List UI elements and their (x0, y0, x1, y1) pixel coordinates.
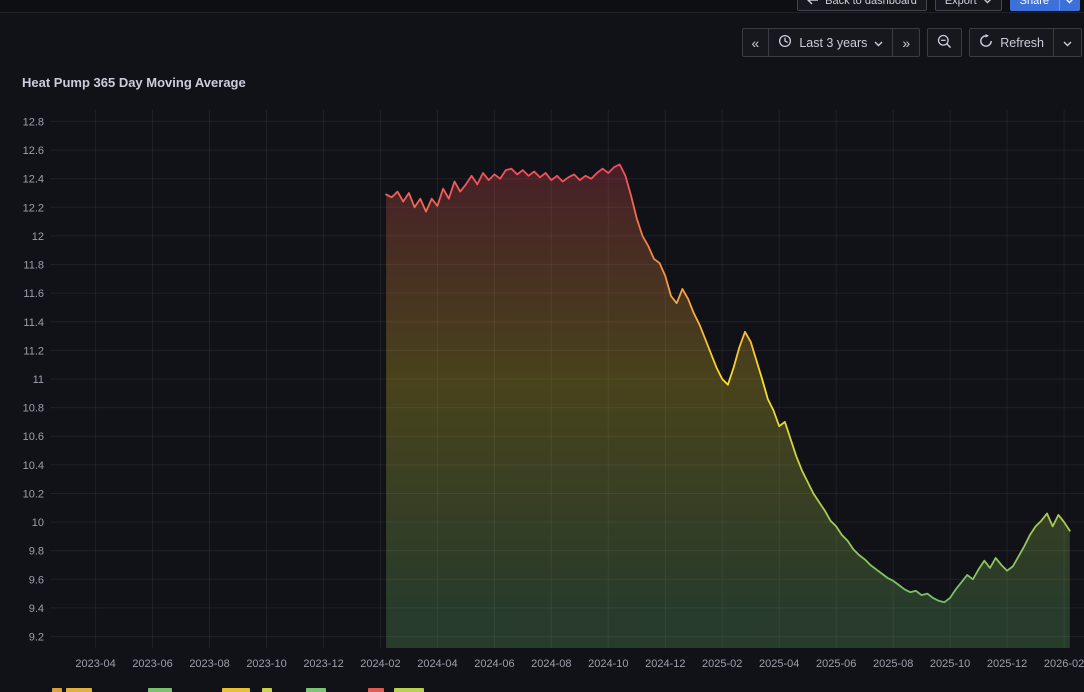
y-axis-tick-label: 12.6 (23, 145, 44, 157)
clipped-panel-fragment (148, 688, 172, 692)
refresh-icon (979, 34, 993, 51)
y-axis-tick-label: 9.2 (29, 632, 44, 644)
refresh-group: Refresh (969, 28, 1082, 57)
clipped-panel-fragment (222, 688, 250, 692)
y-axis-tick-label: 10.6 (23, 431, 44, 443)
y-axis-tick-label: 10.4 (23, 460, 44, 472)
x-axis-tick-label: 2026-02 (1044, 658, 1084, 670)
x-axis-tick-label: 2024-04 (417, 658, 457, 670)
x-axis-tick-label: 2023-12 (303, 658, 343, 670)
y-axis-tick-label: 12 (32, 231, 44, 243)
clipped-panel-fragment (368, 688, 384, 692)
share-button[interactable]: Share (1009, 0, 1059, 11)
panel-title: Heat Pump 365 Day Moving Average (22, 75, 246, 90)
y-axis-tick-label: 12.4 (23, 174, 44, 186)
share-split-button: Share (1009, 0, 1080, 11)
x-axis-tick-label: 2023-06 (132, 658, 172, 670)
time-shift-back-button[interactable]: « (741, 28, 770, 57)
bottom-clipped-content (0, 686, 1084, 692)
y-axis-tick-label: 12.2 (23, 202, 44, 214)
back-to-dashboard-button[interactable]: Back to dashboard (797, 0, 927, 11)
refresh-label: Refresh (1000, 35, 1044, 50)
x-axis-tick-label: 2024-02 (360, 658, 400, 670)
share-label: Share (1019, 0, 1049, 7)
zoom-out-icon (937, 34, 952, 52)
x-axis-tick-label: 2023-08 (189, 658, 229, 670)
export-label: Export (944, 0, 977, 7)
y-axis-tick-label: 9.6 (29, 574, 44, 586)
chevron-down-icon (983, 0, 992, 7)
time-shift-forward-button[interactable]: » (892, 28, 921, 57)
navbar-actions: Back to dashboard Export Share (797, 0, 1080, 11)
x-axis-tick-label: 2023-04 (75, 658, 115, 670)
time-series-chart[interactable]: 12.8 12.6 12.4 12.2 12 11.8 11.6 11.4 11.2 11 10.8… (0, 0, 1084, 692)
export-button[interactable]: Export (934, 0, 1002, 11)
double-chevron-right-icon: » (902, 34, 911, 51)
clipped-panel-fragment (306, 688, 326, 692)
y-axis-tick-label: 11 (33, 374, 44, 386)
y-axis-tick-label: 9.4 (29, 603, 44, 615)
x-axis-tick-label: 2023-10 (246, 658, 286, 670)
y-axis-tick-label: 10.2 (23, 489, 44, 501)
clipped-panel-fragment (262, 688, 272, 692)
y-axis-tick-label: 11.6 (23, 288, 44, 300)
x-axis-tick-label: 2025-06 (816, 658, 856, 670)
x-axis-tick-label: 2025-08 (873, 658, 913, 670)
chevron-down-icon (1065, 0, 1074, 7)
chevron-down-icon (874, 36, 883, 50)
clipped-panel-fragment (66, 688, 92, 692)
y-axis-tick-label: 11.4 (23, 317, 44, 329)
clipped-panel-fragment (52, 688, 62, 692)
x-axis-tick-label: 2025-04 (759, 658, 799, 670)
chevron-down-icon (1063, 36, 1072, 50)
time-range-picker-button[interactable]: Last 3 years (768, 28, 894, 57)
y-axis-tick-label: 10.8 (23, 403, 44, 415)
clipped-panel-fragment (394, 688, 424, 692)
back-to-dashboard-label: Back to dashboard (825, 0, 917, 7)
zoom-out-button[interactable] (927, 28, 963, 57)
time-toolbar: « Last 3 years » Refresh (741, 28, 1082, 57)
x-axis-tick-label: 2024-12 (645, 658, 685, 670)
y-axis-tick-label: 12.8 (23, 116, 44, 128)
y-axis-tick-label: 9.8 (29, 546, 44, 558)
double-chevron-left-icon: « (751, 34, 760, 51)
x-axis-tick-label: 2025-12 (987, 658, 1027, 670)
arrow-left-icon (807, 0, 819, 8)
time-range-group: « Last 3 years » (741, 28, 921, 57)
refresh-button[interactable]: Refresh (969, 28, 1054, 57)
time-range-label: Last 3 years (799, 35, 868, 50)
refresh-interval-dropdown-button[interactable] (1053, 28, 1082, 57)
y-axis-tick-label: 11.8 (23, 260, 44, 272)
clock-icon (778, 34, 792, 51)
x-axis-tick-label: 2025-02 (702, 658, 742, 670)
share-dropdown-button[interactable] (1059, 0, 1080, 11)
x-axis-tick-label: 2024-10 (588, 658, 628, 670)
x-axis-tick-label: 2025-10 (930, 658, 970, 670)
y-axis-tick-label: 10 (32, 517, 44, 529)
x-axis-tick-label: 2024-08 (531, 658, 571, 670)
x-axis-tick-label: 2024-06 (474, 658, 514, 670)
top-navbar: Back to dashboard Export Share (0, 0, 1084, 13)
y-axis-tick-label: 11.2 (23, 345, 44, 357)
